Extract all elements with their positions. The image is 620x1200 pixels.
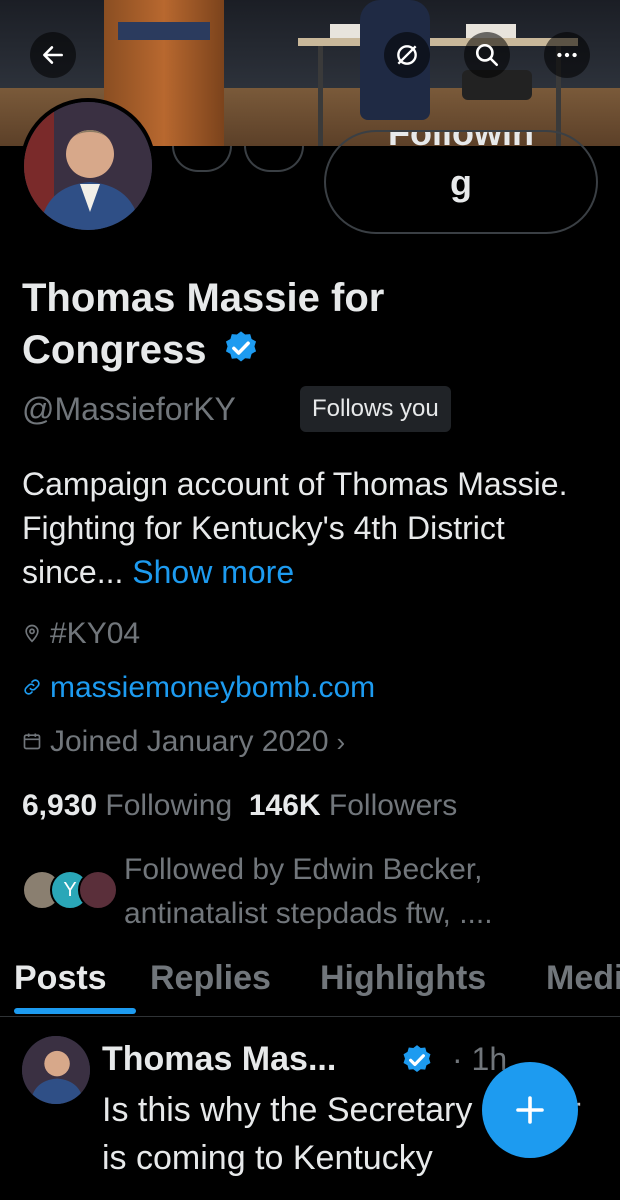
grok-icon [397, 45, 417, 65]
message-button[interactable] [172, 146, 232, 172]
profile-website[interactable]: massiemoneybomb.com [22, 666, 375, 710]
more-button[interactable] [544, 32, 590, 78]
tab-media[interactable]: Media [546, 952, 620, 1004]
link-icon [22, 677, 44, 699]
post-author[interactable]: Thomas Mas... [102, 1036, 336, 1082]
follows-you-badge: Follows you [300, 386, 451, 432]
back-button[interactable] [30, 32, 76, 78]
followed-by-text: Followed by Edwin Becker, antinatalist s… [124, 853, 493, 930]
tab-posts[interactable]: Posts [14, 952, 107, 1004]
following-stat[interactable]: 6,930 Following [22, 789, 232, 822]
search-button[interactable] [464, 32, 510, 78]
following-button[interactable]: Following [324, 130, 598, 234]
chevron-right-icon: › [336, 727, 346, 757]
post-avatar[interactable] [22, 1036, 90, 1104]
search-icon [475, 43, 499, 67]
followers-stat[interactable]: 146K Followers [249, 789, 457, 822]
profile-location: #KY04 [22, 612, 140, 656]
following-label: Following [388, 130, 534, 203]
grok-button[interactable] [384, 32, 430, 78]
profile-name: Thomas Massie for Congress [22, 276, 385, 372]
profile-joined[interactable]: Joined January 2020 › [22, 720, 345, 764]
show-more-link[interactable]: Show more [132, 554, 294, 590]
active-tab-indicator [14, 1008, 136, 1014]
profile-handle: @MassieforKY [22, 391, 236, 427]
calendar-icon [22, 731, 44, 753]
tab-highlights[interactable]: Highlights [320, 952, 486, 1004]
profile-avatar[interactable] [20, 98, 156, 234]
compose-button[interactable] [482, 1062, 578, 1158]
plus-icon [516, 1096, 544, 1124]
followed-by-avatars: Y [22, 870, 118, 910]
profile-tabs: Posts Replies Highlights Media [0, 948, 620, 1017]
avatar [78, 870, 118, 910]
followed-by[interactable]: Y Followed by Edwin Becker, antinatalist… [22, 848, 612, 938]
verified-badge-icon [403, 1045, 431, 1073]
verified-badge-icon [225, 331, 256, 362]
banner-table [298, 38, 578, 46]
notifications-button[interactable] [244, 146, 304, 172]
profile-bio: Campaign account of Thomas Massie. Fight… [22, 466, 568, 590]
location-icon [22, 623, 44, 645]
more-icon [557, 52, 577, 58]
arrow-left-icon [43, 46, 63, 64]
tab-replies[interactable]: Replies [150, 952, 271, 1004]
profile-stats: 6,930 Following 146K Followers [22, 784, 457, 828]
